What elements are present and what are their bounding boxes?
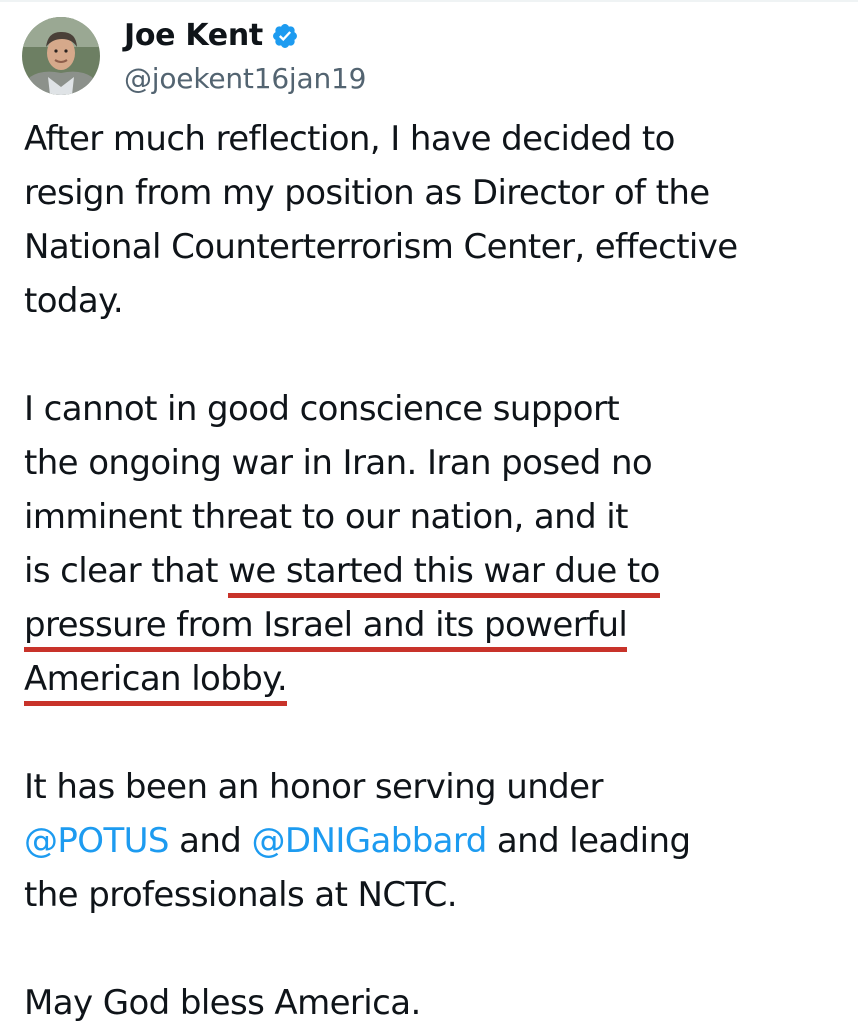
text-line: It has been an honor serving under [24, 767, 603, 807]
mention-dnigabbard[interactable]: @DNIGabbard [252, 821, 488, 861]
text-line: National Counterterrorism Center, effect… [24, 227, 738, 267]
underlined-text: pressure from Israel and its powerful [24, 605, 628, 652]
text-line: pressure from Israel and its powerful [24, 598, 854, 652]
paragraph-honor: It has been an honor serving under @POTU… [24, 760, 854, 922]
tweet: Joe Kent @joekent16jan19 After much refl… [0, 0, 858, 1023]
divider [0, 0, 858, 2]
text-segment: and leading [486, 821, 691, 861]
mention-potus[interactable]: @POTUS [24, 821, 170, 861]
text-line: resign from my position as Director of t… [24, 173, 710, 213]
avatar[interactable] [22, 17, 100, 95]
underlined-text: we started this war due to [228, 551, 660, 598]
tweet-text: After much reflection, I have decided to… [24, 112, 854, 1030]
text-line: the professionals at NCTC. [24, 875, 458, 915]
paragraph-closing: May God bless America. [24, 976, 854, 1030]
paragraph-resignation: After much reflection, I have decided to… [24, 112, 854, 328]
text-line: the ongoing war in Iran. Iran posed no [24, 443, 653, 483]
handle[interactable]: @joekent16jan19 [124, 62, 366, 95]
text-segment: is clear that [24, 551, 229, 591]
display-name[interactable]: Joe Kent [124, 18, 263, 53]
text-line: May God bless America. [24, 983, 421, 1023]
avatar-image [22, 17, 100, 95]
author-block: Joe Kent @joekent16jan19 [124, 18, 366, 95]
text-line: I cannot in good conscience support [24, 389, 620, 429]
verified-badge-icon [272, 23, 297, 48]
text-line: imminent threat to our nation, and it [24, 497, 628, 537]
name-row: Joe Kent [124, 18, 366, 54]
text-line: today. [24, 281, 124, 321]
paragraph-iran: I cannot in good conscience support the … [24, 382, 854, 706]
text-line: After much reflection, I have decided to [24, 119, 675, 159]
text-segment: and [168, 821, 252, 861]
text-line: @POTUS and @DNIGabbard and leading [24, 814, 854, 868]
tweet-header: Joe Kent @joekent16jan19 [22, 16, 366, 96]
text-line: American lobby. [24, 652, 854, 706]
text-line: is clear that we started this war due to [24, 544, 854, 598]
underlined-text: American lobby. [24, 659, 288, 706]
